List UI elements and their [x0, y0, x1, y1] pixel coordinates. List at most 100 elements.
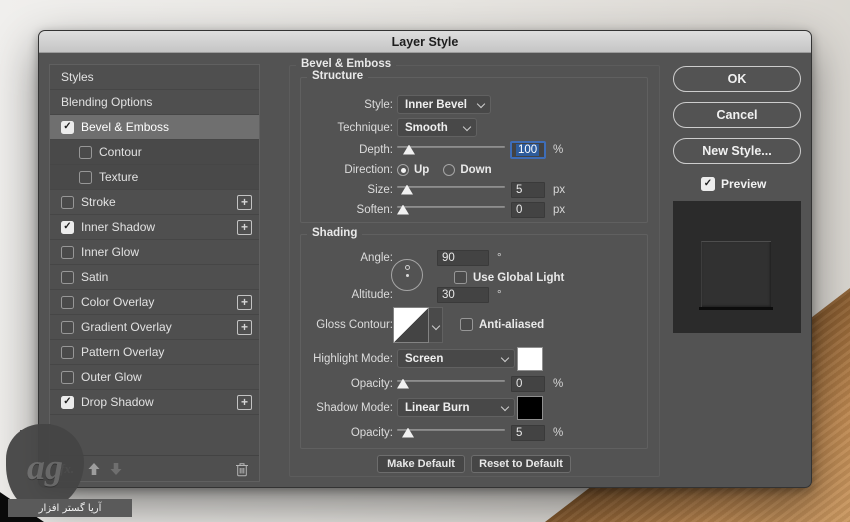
- bevel-emboss-checkbox[interactable]: ✓: [61, 121, 74, 134]
- sidebar-item-pattern-overlay[interactable]: Pattern Overlay: [50, 340, 259, 365]
- soften-unit: px: [553, 204, 565, 216]
- angle-unit: °: [497, 252, 502, 264]
- sidebar-item-color-overlay[interactable]: Color Overlay +: [50, 290, 259, 315]
- preview-checkbox[interactable]: ✓: [701, 177, 715, 191]
- highlight-opacity-slider[interactable]: [397, 378, 505, 390]
- soften-slider[interactable]: [397, 204, 505, 216]
- shading-group: Shading Angle: 90 ° Use Global Light: [300, 234, 648, 449]
- gloss-contour-row: Gloss Contour: Anti-aliased: [305, 315, 643, 334]
- inner-glow-checkbox[interactable]: [61, 246, 74, 259]
- ok-button[interactable]: OK: [673, 66, 801, 92]
- technique-row: Technique: Smooth: [305, 118, 643, 137]
- reset-to-default-button[interactable]: Reset to Default: [471, 455, 571, 473]
- highlight-opacity-track[interactable]: [397, 380, 505, 382]
- highlight-mode-row: Highlight Mode: Screen: [305, 349, 643, 368]
- pattern-overlay-checkbox[interactable]: [61, 346, 74, 359]
- move-effect-down-button[interactable]: [105, 458, 127, 480]
- sidebar-item-inner-shadow[interactable]: ✓ Inner Shadow +: [50, 215, 259, 240]
- bevel-emboss-panel: Bevel & Emboss Structure Style: Inner Be…: [289, 65, 660, 477]
- structure-group: Structure Style: Inner Bevel Technique: …: [300, 77, 648, 223]
- sidebar-item-label: Inner Glow: [81, 245, 139, 259]
- angle-label: Angle:: [305, 252, 393, 264]
- cancel-button[interactable]: Cancel: [673, 102, 801, 128]
- sidebar-item-outer-glow[interactable]: Outer Glow: [50, 365, 259, 390]
- direction-label: Direction:: [305, 164, 393, 176]
- shadow-opacity-field[interactable]: 5: [511, 425, 545, 441]
- stroke-checkbox[interactable]: [61, 196, 74, 209]
- contour-checkbox[interactable]: [79, 146, 92, 159]
- highlight-color-swatch[interactable]: [517, 347, 543, 371]
- shadow-opacity-value: 5: [516, 427, 522, 439]
- soften-label: Soften:: [305, 204, 393, 216]
- add-gradient-overlay-button[interactable]: +: [237, 320, 252, 335]
- anti-aliased-label: Anti-aliased: [479, 319, 544, 331]
- check-icon: ✓: [704, 179, 712, 189]
- use-global-light-checkbox[interactable]: [454, 271, 467, 284]
- move-effect-up-button[interactable]: [83, 458, 105, 480]
- shadow-color-swatch[interactable]: [517, 396, 543, 420]
- sidebar-item-blending-options[interactable]: Blending Options: [50, 90, 259, 115]
- highlight-opacity-label: Opacity:: [305, 378, 393, 390]
- dialog-title: Layer Style: [392, 35, 459, 49]
- make-default-button[interactable]: Make Default: [377, 455, 465, 473]
- add-drop-shadow-button[interactable]: +: [237, 395, 252, 410]
- delete-effect-button[interactable]: [231, 458, 253, 480]
- dialog-titlebar[interactable]: Layer Style: [39, 31, 811, 53]
- direction-up-radio[interactable]: [397, 164, 409, 176]
- sidebar-item-label: Color Overlay: [81, 295, 154, 309]
- gloss-contour-thumbnail[interactable]: [393, 307, 429, 343]
- texture-checkbox[interactable]: [79, 171, 92, 184]
- add-color-overlay-button[interactable]: +: [237, 295, 252, 310]
- depth-slider[interactable]: [397, 144, 505, 156]
- sidebar-item-gradient-overlay[interactable]: Gradient Overlay +: [50, 315, 259, 340]
- shadow-mode-value: Linear Burn: [405, 402, 470, 414]
- check-icon: ✓: [63, 397, 71, 407]
- sidebar-item-contour[interactable]: Contour: [50, 140, 259, 165]
- gradient-overlay-checkbox[interactable]: [61, 321, 74, 334]
- add-stroke-button[interactable]: +: [237, 195, 252, 210]
- size-slider[interactable]: [397, 184, 505, 196]
- chevron-down-icon: [501, 403, 509, 411]
- soften-field[interactable]: 0: [511, 202, 545, 218]
- angle-field[interactable]: 90: [437, 250, 489, 266]
- direction-row: Direction: Up Down: [305, 160, 643, 179]
- style-dropdown[interactable]: Inner Bevel: [397, 95, 491, 114]
- soften-row: Soften: 0 px: [305, 200, 643, 219]
- sidebar-item-satin[interactable]: Satin: [50, 265, 259, 290]
- highlight-opacity-field[interactable]: 0: [511, 376, 545, 392]
- soften-slider-track[interactable]: [397, 206, 505, 208]
- anti-aliased-checkbox[interactable]: [460, 318, 473, 331]
- shadow-mode-dropdown[interactable]: Linear Burn: [397, 398, 515, 417]
- add-inner-shadow-button[interactable]: +: [237, 220, 252, 235]
- structure-legend: Structure: [307, 70, 368, 82]
- size-field[interactable]: 5: [511, 182, 545, 198]
- new-style-button[interactable]: New Style...: [673, 138, 801, 164]
- size-slider-track[interactable]: [397, 186, 505, 188]
- sidebar-item-label: Contour: [99, 145, 142, 159]
- drop-shadow-checkbox[interactable]: ✓: [61, 396, 74, 409]
- style-label: Style:: [305, 99, 393, 111]
- depth-slider-track[interactable]: [397, 146, 505, 148]
- satin-checkbox[interactable]: [61, 271, 74, 284]
- direction-down-radio[interactable]: [443, 164, 455, 176]
- altitude-field[interactable]: 30: [437, 287, 489, 303]
- shadow-opacity-slider[interactable]: [397, 427, 505, 439]
- color-overlay-checkbox[interactable]: [61, 296, 74, 309]
- gloss-contour-dropdown[interactable]: [429, 307, 443, 343]
- styles-sidebar: Styles Blending Options ✓ Bevel & Emboss…: [49, 64, 260, 482]
- shadow-opacity-track[interactable]: [397, 429, 505, 431]
- sidebar-item-drop-shadow[interactable]: ✓ Drop Shadow +: [50, 390, 259, 415]
- inner-shadow-checkbox[interactable]: ✓: [61, 221, 74, 234]
- sidebar-item-inner-glow[interactable]: Inner Glow: [50, 240, 259, 265]
- outer-glow-checkbox[interactable]: [61, 371, 74, 384]
- sidebar-item-label: Satin: [81, 270, 108, 284]
- sidebar-item-texture[interactable]: Texture: [50, 165, 259, 190]
- angle-value: 90: [442, 252, 455, 264]
- technique-dropdown[interactable]: Smooth: [397, 118, 477, 137]
- depth-field[interactable]: 100: [511, 142, 545, 158]
- highlight-mode-dropdown[interactable]: Screen: [397, 349, 515, 368]
- sidebar-item-stroke[interactable]: Stroke +: [50, 190, 259, 215]
- sidebar-item-bevel-emboss[interactable]: ✓ Bevel & Emboss: [50, 115, 259, 140]
- sidebar-item-styles[interactable]: Styles: [50, 65, 259, 90]
- watermark-monogram: ag: [27, 446, 63, 488]
